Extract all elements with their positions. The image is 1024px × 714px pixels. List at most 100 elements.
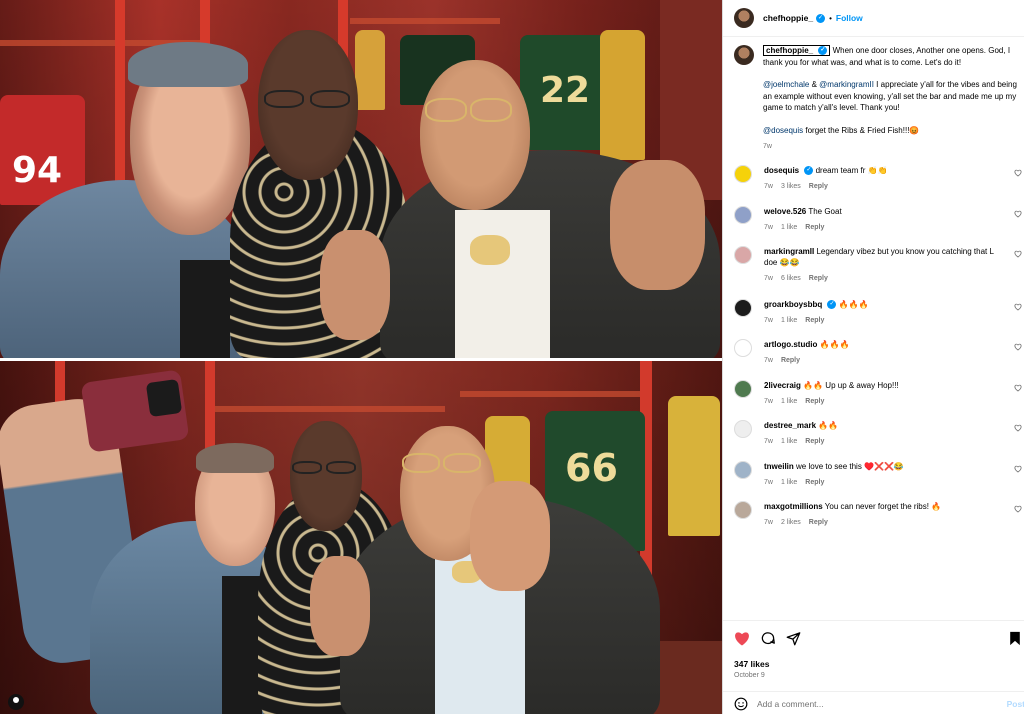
follow-button[interactable]: Follow [836,13,863,23]
commenter-avatar[interactable] [734,339,752,357]
author-avatar[interactable] [734,8,754,28]
comment-item: tnweilin we love to see this ♥️❌❌😂 7w 1 li… [734,460,1024,488]
comment-like-icon[interactable] [1014,303,1022,311]
comment-item: groarkboysbbq ✓ 🔥🔥🔥 7w 1 like Reply [734,298,1024,326]
post-sidebar: chefhoppie_ ✓ • Follow chefhoppie_ ✓ Whe… [722,0,1024,714]
mention-link[interactable]: @dosequis [763,126,803,135]
commenter-username[interactable]: tnweilin [764,462,794,471]
commenter-avatar[interactable] [734,205,752,224]
comment-like-icon[interactable] [1014,424,1022,432]
commenter-username[interactable]: maxgotmillions [764,502,823,511]
post-media[interactable]: 94 22 66 [0,0,722,714]
hand-gesture [470,481,550,591]
comment-like-icon[interactable] [1014,250,1022,258]
tagged-user-icon[interactable] [8,694,24,710]
hair [196,443,274,473]
heart-icon[interactable] [734,631,750,646]
commenter-avatar[interactable] [734,420,752,438]
glasses [425,98,467,122]
commenter-avatar[interactable] [734,298,752,317]
jersey-number: 66 [565,446,618,490]
reply-button[interactable]: Reply [805,398,824,405]
comment-time[interactable]: 7w [764,183,773,190]
comment-text: The Goat [808,206,842,216]
commenter-avatar[interactable] [734,165,752,183]
commenter-username[interactable]: destree_mark [764,421,816,430]
share-icon[interactable] [786,631,801,646]
commenter-username[interactable]: welove.526 [764,207,806,216]
comment-like-count[interactable]: 2 likes [781,519,801,526]
comment-item: 2livecraig 🔥🔥 Up up & away Hop!!! 7w 1 lik… [734,379,1024,407]
reply-button[interactable]: Reply [805,224,824,231]
comment-item: markingramII Legendary vibez but you kno… [734,246,1024,284]
comment-time[interactable]: 7w [764,479,773,486]
comment-icon[interactable] [760,631,776,646]
author-avatar[interactable] [734,45,754,65]
comment-like-count[interactable]: 1 like [781,398,797,405]
comment-time[interactable]: 7w [764,275,773,282]
commenter-avatar[interactable] [734,460,752,479]
comment-like-count[interactable]: 3 likes [781,183,801,190]
reply-button[interactable]: Reply [805,317,824,324]
emoji-icon[interactable] [734,697,748,711]
comment-time[interactable]: 7w [764,519,773,526]
comment-time[interactable]: 7w [764,224,773,231]
commenter-username[interactable]: dosequis [764,166,799,175]
commenter-username[interactable]: artlogo.studio [764,340,817,349]
reply-button[interactable]: Reply [809,275,828,282]
reply-button[interactable]: Reply [805,438,824,445]
comment-like-count[interactable]: 6 likes [781,275,801,282]
comment-time[interactable]: 7w [764,398,773,405]
glasses [310,90,350,108]
glasses [402,453,440,473]
comment-time[interactable]: 7w [764,438,773,445]
comment-like-icon[interactable] [1014,505,1022,513]
comment-text: 🔥🔥🔥 [838,299,869,309]
black-shirt [180,260,230,360]
photo-top: 94 22 [0,0,722,360]
comment-like-icon[interactable] [1014,343,1022,351]
photo-bottom: 66 [0,361,722,714]
comment-like-icon[interactable] [1014,384,1022,392]
comment-like-icon[interactable] [1014,169,1022,177]
caption-timestamp[interactable]: 7w [763,141,1024,153]
gold-jersey [600,30,645,160]
reply-button[interactable]: Reply [781,357,800,364]
comment-like-count[interactable]: 1 like [781,224,797,231]
comment-time[interactable]: 7w [764,317,773,324]
jersey-number: 94 [12,150,63,191]
comment-like-icon[interactable] [1014,465,1022,473]
glasses [264,90,304,108]
post-comment-button[interactable]: Post [1007,699,1024,709]
caption-username[interactable]: chefhoppie_ ✓ [763,45,831,56]
like-count[interactable]: 347 likes [734,659,769,669]
commenter-avatar[interactable] [734,379,752,398]
comment-like-count[interactable]: 1 like [781,317,797,324]
locker-post [115,0,125,200]
commenter-username[interactable]: markingramII [764,247,814,256]
comment-like-count[interactable]: 1 like [781,438,797,445]
comment-like-icon[interactable] [1014,210,1022,218]
author-username[interactable]: chefhoppie_ [763,13,813,23]
add-comment-input[interactable] [757,698,997,709]
reply-button[interactable]: Reply [809,183,828,190]
verified-icon: ✓ [827,299,837,309]
reply-button[interactable]: Reply [805,479,824,486]
mention-link[interactable]: @markingramII [819,80,874,89]
commenter-username[interactable]: groarkboysbbq [764,300,822,309]
comment-like-count[interactable]: 1 like [781,479,797,486]
comment-time[interactable]: 7w [764,357,773,364]
comment-item: welove.526 The Goat 7w 1 like Reply [734,205,1024,233]
gold-jersey [668,396,720,536]
comments-scroll[interactable]: chefhoppie_ ✓ When one door closes, Anot… [723,37,1024,620]
reply-button[interactable]: Reply [809,519,828,526]
hand-gesture [610,160,705,290]
bookmark-icon[interactable] [1009,631,1021,646]
commenter-username[interactable]: 2livecraig [764,381,801,390]
commenter-avatar[interactable] [734,501,752,519]
hand-gesture [310,556,370,656]
mention-link[interactable]: @joelmchale [763,80,809,89]
separator-dot: • [829,13,832,23]
glasses [443,453,481,473]
commenter-avatar[interactable] [734,246,752,264]
